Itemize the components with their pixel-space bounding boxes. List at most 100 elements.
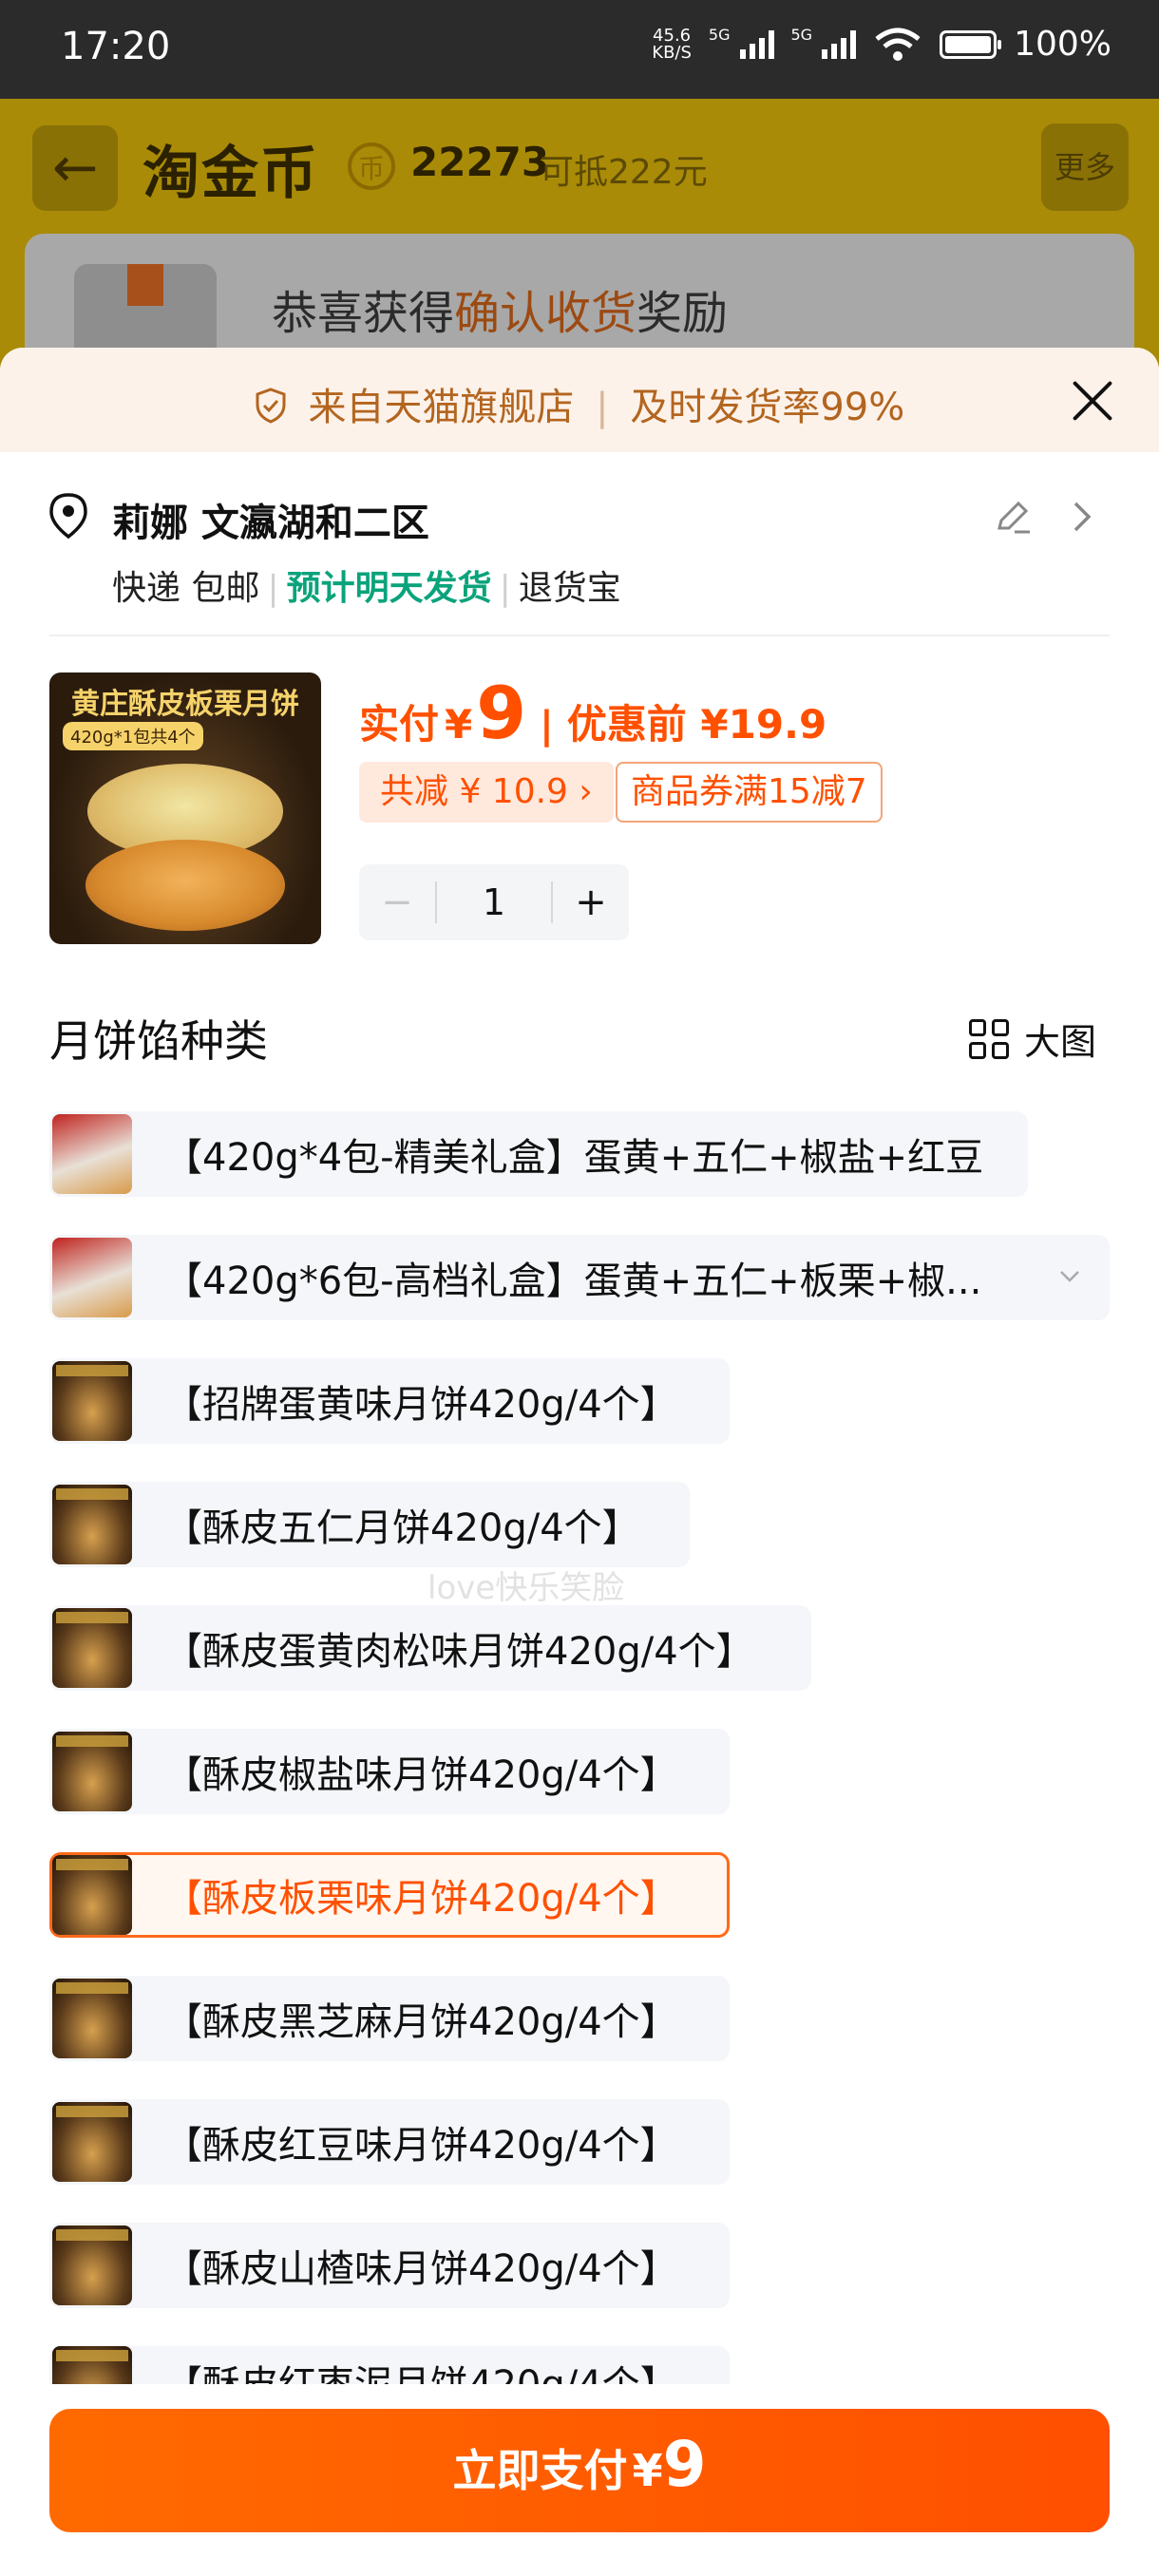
product-image-title: 黄庄酥皮板栗月饼 (71, 688, 299, 721)
option-item[interactable]: 【酥皮山楂味月饼420g/4个】 (49, 2223, 1110, 2308)
option-thumbnail (52, 1238, 132, 1317)
option-item[interactable]: 【酥皮黑芝麻月饼420g/4个】 (49, 1976, 1110, 2061)
big-view-label: 大图 (1024, 1021, 1097, 1063)
price-label: 实付 (359, 701, 440, 748)
final-price: 9 (476, 671, 527, 755)
quantity-stepper: − 1 + (359, 864, 629, 940)
store-source: 来自天猫旗舰店 (308, 386, 575, 429)
background-app: ← 淘金币 币 22273 可抵222元 更多 恭喜获得确认收货奖励 (0, 99, 1159, 424)
decrement-button[interactable]: − (359, 881, 435, 924)
option-thumbnail (52, 2226, 132, 2305)
option-label: 【酥皮山楂味月饼420g/4个】 (164, 2247, 678, 2291)
option-item[interactable]: 【招牌蛋黄味月饼420g/4个】 (49, 1358, 1110, 1444)
option-item[interactable]: 【酥皮蛋黄肉松味月饼420g/4个】 (49, 1605, 1110, 1691)
back-arrow-icon[interactable]: ← (32, 125, 118, 211)
coin-count: 22273 (410, 139, 550, 185)
option-thumbnail (52, 2102, 132, 2182)
option-thumbnail (52, 1608, 132, 1688)
grid-icon (969, 1018, 1009, 1059)
signal-icon (739, 29, 774, 59)
divider: | (267, 569, 279, 608)
congrats-pre: 恭喜获得 (272, 287, 455, 340)
chevron-down-icon[interactable] (1058, 1265, 1081, 1288)
return-service: 退货宝 (518, 569, 621, 608)
network-type-1: 5G (708, 26, 731, 44)
option-label: 【酥皮蛋黄肉松味月饼420g/4个】 (164, 1630, 754, 1674)
watermark: love快乐笑脸 (428, 1569, 625, 1607)
battery-level: 100% (1014, 25, 1112, 64)
divider: | (499, 569, 511, 608)
divider: | (596, 386, 609, 429)
net-speed: 45.6 KB/S (652, 25, 692, 63)
pay-now-button[interactable]: 立即支付 ¥9 (49, 2409, 1110, 2532)
option-item[interactable]: 【420g*4包-精美礼盒】蛋黄+五仁+椒盐+红豆 (49, 1111, 1110, 1197)
bottom-bar: 立即支付 ¥9 (0, 2388, 1159, 2576)
section-title: 月饼馅种类 (49, 1015, 268, 1067)
option-thumbnail (52, 2346, 132, 2384)
option-thumbnail (52, 1361, 132, 1441)
purchase-sheet: 来自天猫旗舰店 | 及时发货率99% 莉娜 文瀛湖和二区 快递 包邮 | 预计明天发… (0, 348, 1159, 2576)
pay-currency: ¥ (632, 2445, 663, 2496)
shipping-info: 快递 包邮 | 预计明天发货 | 退货宝 (112, 560, 621, 610)
option-item[interactable]: 【酥皮红枣泥月饼420g/4个】 (49, 2346, 1110, 2384)
net-speed-value: 45.6 (653, 25, 692, 46)
coupon-badge: 商品券满15减7 (616, 762, 883, 823)
network-type-2: 5G (790, 26, 813, 44)
option-list: 【420g*4包-精美礼盒】蛋黄+五仁+椒盐+红豆 【420g*6包-高档礼盒】… (49, 1111, 1110, 2422)
price-row: 实付 ¥9 | 优惠前 ¥19.9 (359, 671, 826, 755)
big-view-toggle[interactable]: 大图 (969, 1013, 1096, 1065)
ship-rate: 及时发货率99% (630, 386, 905, 429)
app-logo: 淘金币 (142, 141, 319, 207)
option-label: 【酥皮五仁月饼420g/4个】 (164, 1506, 640, 1550)
banner-text: 来自天猫旗舰店 | 及时发货率99% (0, 376, 1159, 431)
coin-icon: 币 (348, 142, 395, 190)
discount-badge[interactable]: 共减 ¥ 10.9 › (359, 762, 614, 823)
congrats-post: 奖励 (636, 287, 729, 340)
option-thumbnail (52, 1485, 132, 1564)
option-item-selected[interactable]: 【酥皮板栗味月饼420g/4个】 (49, 1852, 1110, 1938)
increment-button[interactable]: + (553, 881, 629, 924)
option-thumbnail (52, 1855, 132, 1935)
battery-icon (940, 29, 1002, 59)
signal-icon (822, 29, 857, 59)
wifi-icon (875, 28, 921, 61)
option-thumbnail (52, 1732, 132, 1811)
option-item[interactable]: 【酥皮红豆味月饼420g/4个】 (49, 2099, 1110, 2185)
product-image-subtitle: 420g*1包共4个 (63, 722, 203, 750)
address-name[interactable]: 莉娜 文瀛湖和二区 (112, 492, 429, 547)
store-banner: 来自天猫旗舰店 | 及时发货率99% (0, 348, 1159, 452)
close-icon[interactable] (1070, 378, 1115, 424)
congrats-highlight: 确认收货 (454, 287, 637, 340)
option-label: 【酥皮红枣泥月饼420g/4个】 (164, 2354, 678, 2384)
option-item[interactable]: 【酥皮五仁月饼420g/4个】 (49, 1482, 1110, 1567)
option-item[interactable]: 【酥皮椒盐味月饼420g/4个】 (49, 1729, 1110, 1814)
chevron-right-icon[interactable] (1070, 500, 1096, 534)
option-item[interactable]: 【420g*6包-高档礼盒】蛋黄+五仁+板栗+椒... (49, 1235, 1110, 1320)
shield-check-icon (256, 388, 286, 424)
option-thumbnail (52, 1114, 132, 1194)
currency-symbol: ¥ (445, 701, 473, 748)
status-bar: 17:20 45.6 KB/S 5G 5G 100% (0, 0, 1159, 99)
more-button[interactable]: 更多 (1041, 123, 1129, 211)
divider (49, 635, 1110, 636)
original-price: 优惠前 ¥19.9 (566, 701, 827, 748)
pay-label: 立即支付 (452, 2445, 628, 2496)
delivery-method: 快递 包邮 (112, 569, 260, 608)
option-label: 【酥皮红豆味月饼420g/4个】 (164, 2124, 678, 2168)
edit-pencil-icon[interactable] (992, 496, 1034, 538)
option-label: 【酥皮黑芝麻月饼420g/4个】 (164, 2000, 678, 2044)
product-image[interactable]: 黄庄酥皮板栗月饼 420g*1包共4个 (49, 672, 321, 944)
net-speed-unit: KB/S (652, 42, 692, 63)
option-label: 【420g*6包-高档礼盒】蛋黄+五仁+板栗+椒... (164, 1260, 982, 1303)
congrats-text: 恭喜获得确认收货奖励 (272, 275, 728, 342)
option-label: 【420g*4包-精美礼盒】蛋黄+五仁+椒盐+红豆 (164, 1136, 984, 1180)
pay-amount: 9 (662, 2428, 707, 2501)
deduct-text: 可抵222元 (540, 153, 708, 192)
mooncake-whole (86, 840, 285, 931)
status-icons: 45.6 KB/S 5G 5G 100% (652, 25, 1112, 64)
option-label: 【酥皮椒盐味月饼420g/4个】 (164, 1753, 678, 1797)
quantity-value[interactable]: 1 (437, 881, 551, 923)
option-label: 【酥皮板栗味月饼420g/4个】 (164, 1877, 678, 1921)
option-thumbnail (52, 1979, 132, 2058)
option-label: 【招牌蛋黄味月饼420g/4个】 (164, 1383, 678, 1427)
